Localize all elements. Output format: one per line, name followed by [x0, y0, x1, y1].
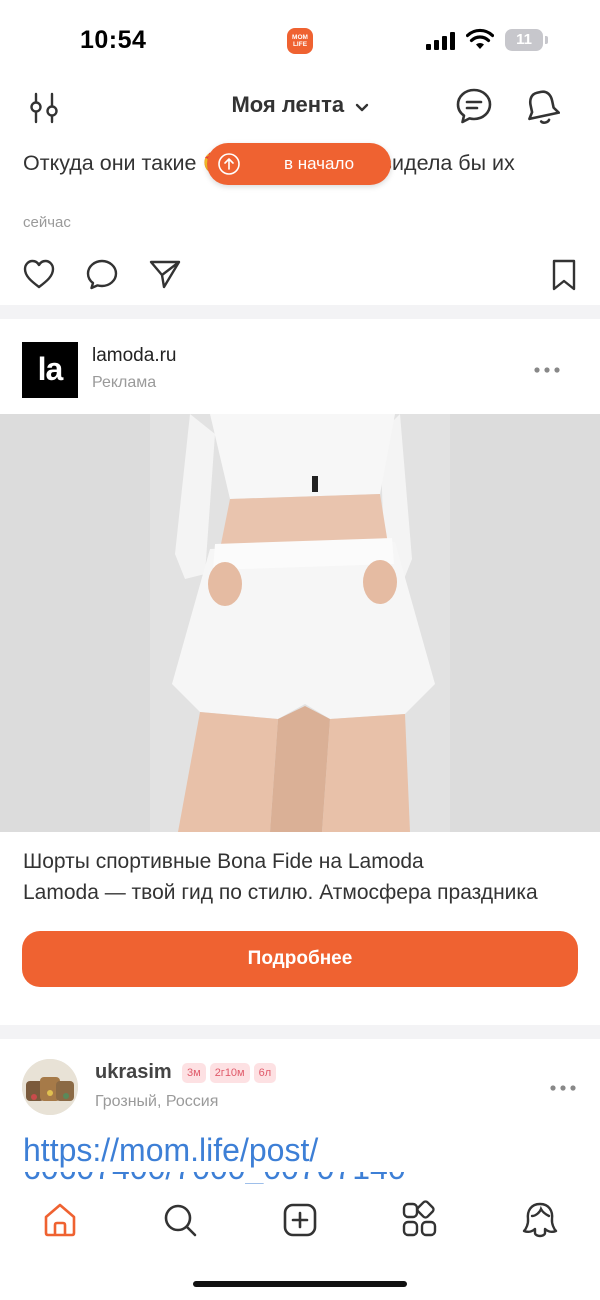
bookmark-icon[interactable]: [550, 258, 578, 292]
post-link[interactable]: https://mom.life/post/: [23, 1132, 318, 1169]
post-timestamp: сейчас: [23, 214, 71, 231]
post-link-continued-text: 60607400/7000_00707140: [23, 1172, 406, 1184]
feed-selector[interactable]: Моя лента: [231, 92, 344, 117]
add-post-icon[interactable]: [280, 1200, 320, 1240]
share-send-icon[interactable]: [148, 258, 182, 290]
search-icon[interactable]: [160, 1200, 200, 1240]
product-photo: [0, 414, 600, 832]
ad-description[interactable]: Lamoda — твой гид по стилю. Атмосфера пр…: [23, 881, 578, 905]
catalog-icon[interactable]: [400, 1200, 440, 1240]
feed-divider: [0, 305, 600, 319]
comment-icon[interactable]: [85, 258, 119, 290]
advertiser-logo[interactable]: la: [22, 342, 78, 398]
chat-icon[interactable]: [454, 86, 494, 126]
ad-product-image[interactable]: [0, 414, 600, 832]
top-navigation: Моя лента: [0, 80, 600, 140]
more-options-icon[interactable]: [548, 1083, 578, 1093]
child-age-badge: 3м: [182, 1063, 206, 1083]
home-indicator: [193, 1281, 407, 1287]
mom-life-logo-icon: MOM LIFE: [287, 28, 313, 54]
advertiser-name[interactable]: lamoda.ru: [92, 345, 177, 367]
avatar-photo: [22, 1059, 78, 1115]
notifications-bell-icon[interactable]: [524, 86, 560, 126]
like-heart-icon[interactable]: [22, 258, 56, 290]
profile-icon[interactable]: [520, 1200, 560, 1240]
post-author-location: Грозный, Россия: [95, 1093, 219, 1110]
wifi-icon: [466, 28, 494, 49]
battery-level: 11: [505, 29, 543, 51]
user-avatar[interactable]: [22, 1059, 78, 1115]
scroll-to-top-button[interactable]: в начало: [207, 143, 391, 185]
chevron-down-icon[interactable]: [355, 103, 369, 113]
child-age-badges: 3м 2г10м 6л: [182, 1063, 280, 1083]
post-link-continued[interactable]: 60607400/7000_00707140: [23, 1172, 583, 1184]
status-time: 10:54: [80, 26, 147, 54]
more-options-icon[interactable]: [532, 365, 562, 375]
post-actions: [0, 254, 600, 298]
feed-divider: [0, 1025, 600, 1039]
ad-more-button[interactable]: Подробнее: [22, 931, 578, 987]
status-bar: 10:54 MOM LIFE 11: [0, 0, 600, 80]
cellular-signal-icon: [426, 32, 455, 50]
scroll-to-top-label: в начало: [283, 154, 355, 173]
arrow-up-circle-icon: [218, 153, 240, 175]
ad-label: Реклама: [92, 374, 157, 391]
battery-icon: 11: [505, 29, 549, 51]
child-age-badge: 2г10м: [209, 1063, 250, 1083]
ad-title[interactable]: Шорты спортивные Bona Fide на Lamoda: [23, 850, 583, 874]
child-age-badge: 6л: [253, 1063, 277, 1083]
home-icon[interactable]: [40, 1200, 80, 1240]
post-author-name[interactable]: ukrasim: [95, 1061, 172, 1084]
